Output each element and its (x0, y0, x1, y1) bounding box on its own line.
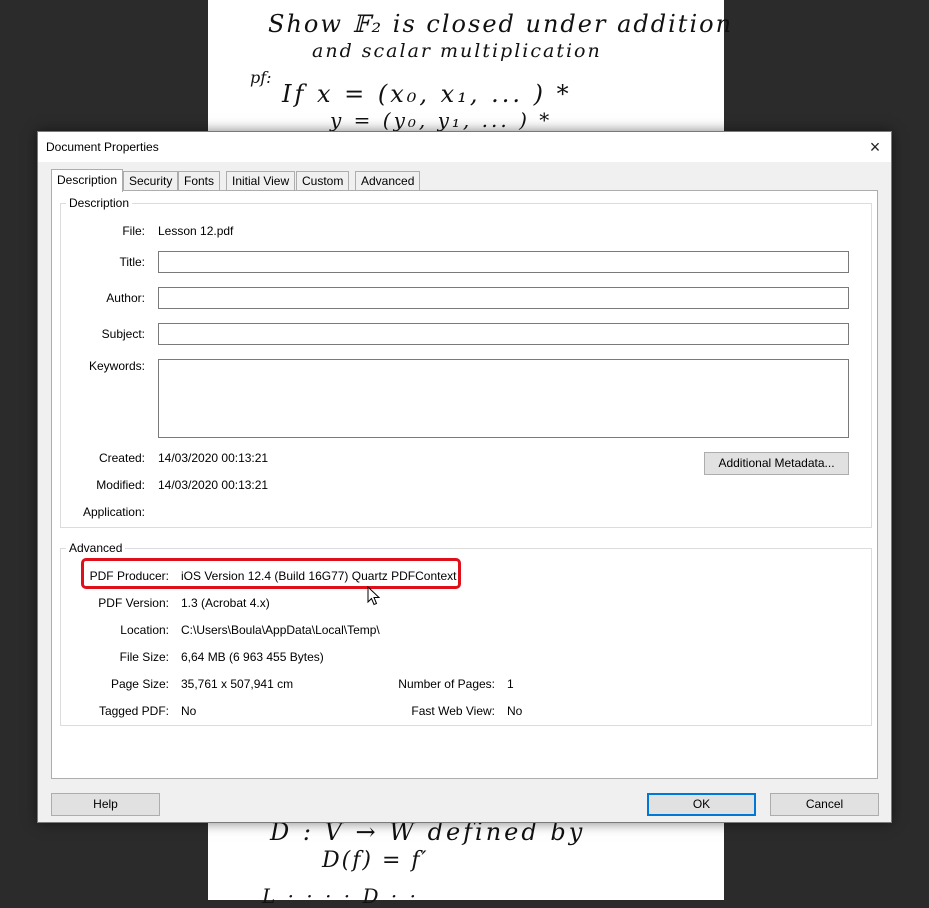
tab-initial-view[interactable]: Initial View (226, 171, 296, 190)
author-field[interactable] (158, 287, 849, 309)
file-value: Lesson 12.pdf (158, 224, 234, 238)
application-label: Application: (82, 505, 145, 519)
fast-web-view-label: Fast Web View: (411, 704, 495, 718)
document-properties-dialog: Document Properties × Description Securi… (37, 131, 892, 823)
title-label: Title: (119, 255, 145, 269)
ok-button[interactable]: OK (647, 793, 756, 816)
number-of-pages-value: 1 (507, 677, 514, 691)
file-size-value: 6,64 MB (6 963 455 Bytes) (181, 650, 324, 664)
handwriting-line: y = (y₀, y₁, ... ) * (330, 108, 553, 132)
location-label: Location: (120, 623, 169, 637)
tab-description[interactable]: Description (51, 169, 124, 192)
page-size-value: 35,761 x 507,941 cm (181, 677, 294, 691)
number-of-pages-label: Number of Pages: (398, 677, 495, 691)
title-field[interactable] (158, 251, 849, 273)
pdf-producer-highlight-box (81, 558, 461, 589)
close-icon[interactable]: × (859, 132, 891, 162)
file-label: File: (122, 224, 145, 238)
description-tab-panel: Description File: Lesson 12.pdf Title: A… (51, 190, 878, 779)
cancel-button[interactable]: Cancel (770, 793, 879, 816)
pdf-version-label: PDF Version: (98, 596, 169, 610)
created-value: 14/03/2020 00:13:21 (158, 451, 269, 465)
handwriting-line: Show 𝔽₂ is closed under addition (268, 10, 734, 38)
location-value: C:\Users\Boula\AppData\Local\Temp\ (181, 623, 380, 637)
handwriting-line: D(f) = f′ (322, 848, 429, 873)
file-size-label: File Size: (119, 650, 169, 664)
tagged-pdf-value: No (181, 704, 197, 718)
dialog-title: Document Properties (46, 140, 159, 154)
tab-custom[interactable]: Custom (296, 171, 350, 190)
description-group-label: Description (66, 196, 133, 210)
additional-metadata-button[interactable]: Additional Metadata... (704, 452, 849, 475)
handwriting-line: L · · · · D · · (262, 884, 419, 908)
keywords-label: Keywords: (88, 359, 145, 373)
mouse-pointer-icon (367, 586, 381, 606)
help-button[interactable]: Help (51, 793, 160, 816)
tab-security[interactable]: Security (123, 171, 179, 190)
modified-label: Modified: (96, 478, 145, 492)
modified-value: 14/03/2020 00:13:21 (158, 478, 269, 492)
handwriting-line: and scalar multiplication (312, 40, 602, 62)
tagged-pdf-label: Tagged PDF: (98, 704, 169, 718)
keywords-field[interactable] (158, 359, 849, 438)
handwriting-line: If x = (x₀, x₁, ... ) * (282, 80, 572, 108)
pdf-version-value: 1.3 (Acrobat 4.x) (181, 596, 270, 610)
created-label: Created: (98, 451, 145, 465)
handwriting-line: pf: (250, 68, 272, 87)
advanced-group-label: Advanced (66, 541, 126, 555)
fast-web-view-value: No (507, 704, 523, 718)
description-group: Description File: Lesson 12.pdf Title: A… (60, 196, 872, 528)
subject-field[interactable] (158, 323, 849, 345)
page-size-label: Page Size: (110, 677, 169, 691)
tab-fonts[interactable]: Fonts (178, 171, 221, 190)
subject-label: Subject: (101, 327, 145, 341)
author-label: Author: (106, 291, 145, 305)
dialog-titlebar[interactable]: Document Properties × (38, 132, 891, 162)
tab-advanced[interactable]: Advanced (355, 171, 421, 190)
